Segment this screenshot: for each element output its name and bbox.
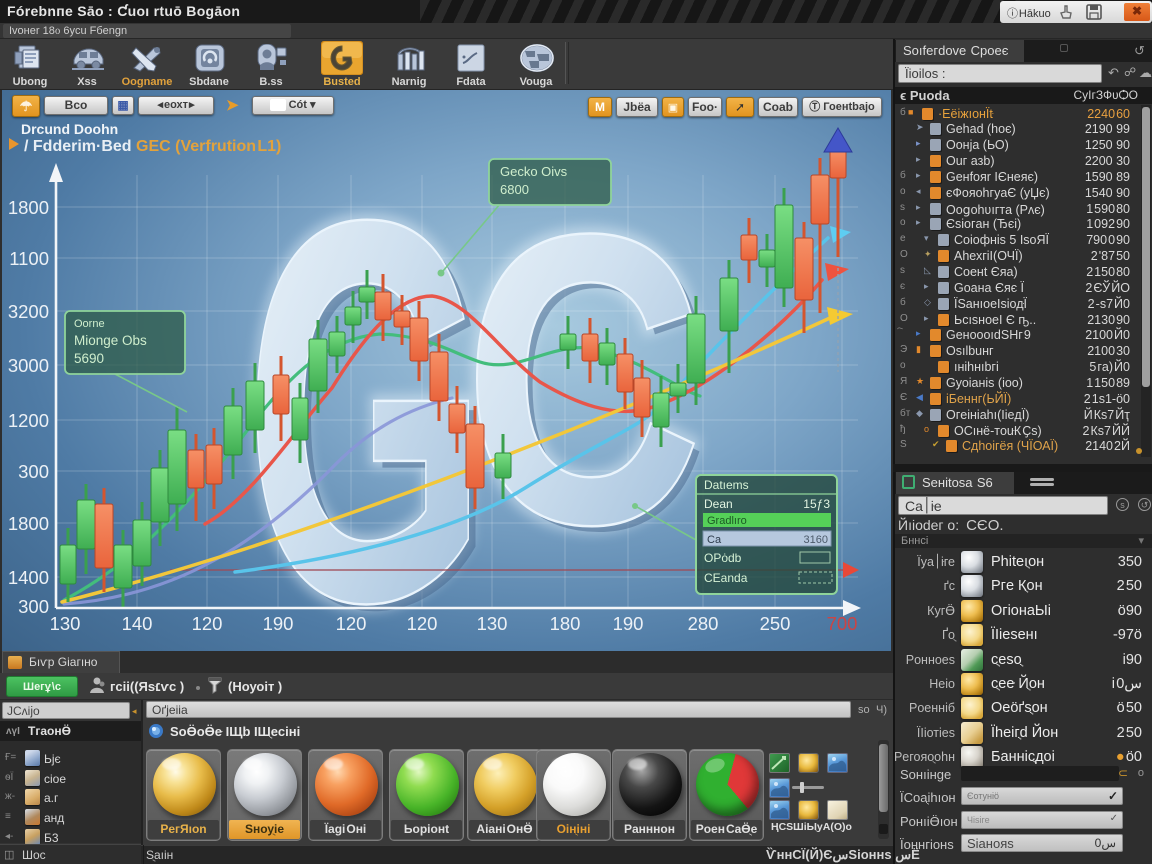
svg-text:Oorne: Oorne bbox=[74, 318, 105, 330]
svg-text:OPȯdb: OPȯdb bbox=[704, 551, 742, 565]
svg-text:1800: 1800 bbox=[8, 513, 49, 534]
svg-text:Gecko Oivs: Gecko Oivs bbox=[500, 164, 568, 179]
svg-text:3000: 3000 bbox=[8, 355, 49, 376]
svg-text:130: 130 bbox=[477, 613, 508, 634]
svg-text:5690: 5690 bbox=[74, 351, 104, 366]
svg-text:140: 140 bbox=[122, 613, 153, 634]
svg-text:130: 130 bbox=[50, 613, 81, 634]
svg-text:Ca: Ca bbox=[707, 534, 722, 546]
svg-text:Datıems: Datıems bbox=[704, 478, 749, 492]
svg-text:/ Fdderim·Bed GEC (Verfrution: / Fdderim·Bed GEC (Verfrution L1) bbox=[24, 138, 281, 155]
svg-text:700: 700 bbox=[827, 613, 858, 634]
svg-text:180: 180 bbox=[550, 613, 581, 634]
svg-text:190: 190 bbox=[263, 613, 294, 634]
svg-text:Gradlıro: Gradlıro bbox=[707, 515, 747, 527]
svg-text:1100: 1100 bbox=[9, 248, 49, 269]
svg-text:1400: 1400 bbox=[8, 567, 49, 588]
svg-text:Mionge Obs: Mionge Obs bbox=[74, 333, 147, 348]
svg-text:120: 120 bbox=[192, 613, 223, 634]
svg-text:6800: 6800 bbox=[500, 182, 529, 197]
svg-text:1800: 1800 bbox=[8, 197, 49, 218]
svg-text:190: 190 bbox=[613, 613, 644, 634]
svg-text:3160: 3160 bbox=[804, 534, 828, 546]
svg-text:120: 120 bbox=[407, 613, 438, 634]
svg-text:Dean: Dean bbox=[704, 497, 733, 511]
svg-text:CEanda: CEanda bbox=[704, 571, 748, 585]
svg-text:250: 250 bbox=[760, 613, 791, 634]
svg-text:15ƒ3: 15ƒ3 bbox=[803, 497, 830, 511]
svg-text:Drcund Doohn: Drcund Doohn bbox=[21, 121, 118, 137]
svg-text:300: 300 bbox=[18, 596, 49, 617]
svg-text:300: 300 bbox=[18, 461, 49, 482]
svg-text:1200: 1200 bbox=[8, 410, 49, 431]
svg-text:280: 280 bbox=[688, 613, 719, 634]
svg-text:120: 120 bbox=[336, 613, 367, 634]
svg-text:3200: 3200 bbox=[8, 301, 49, 322]
